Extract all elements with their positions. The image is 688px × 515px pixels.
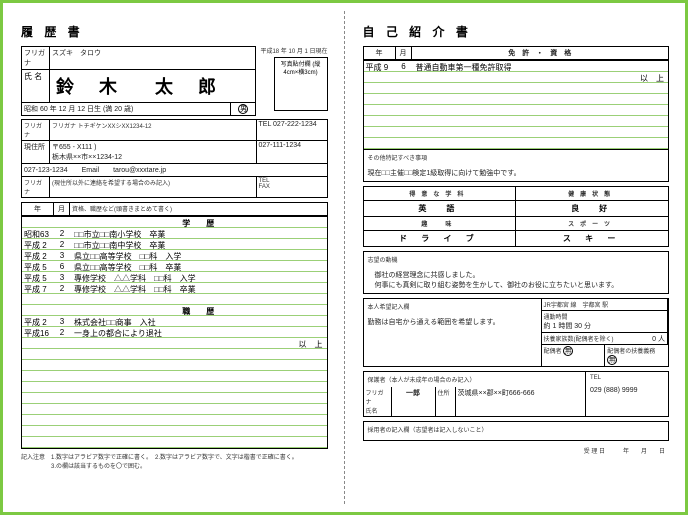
name-label: 氏 名 [22, 70, 50, 102]
guardian-tel: 029 (888) 9999 [586, 384, 668, 397]
jikoshokai-page: 自 己 紹 介 書 年 月 免 許 ・ 資 格 平成 9 6 普通自動車第一種免… [345, 3, 686, 512]
addr-furigana-label: フリガナ [22, 120, 50, 141]
motive-text: 御社の経営理念に共感しました。 何事にも真剣に取り組む姿勢を生かして、御社のお役… [364, 267, 669, 293]
addr-label: 現住所 [22, 141, 50, 164]
guardian-block: 保護者（本人が未成年の場合のみ記入） フリガナ 氏名 一郎 住所 茨城県××郡×… [363, 371, 670, 417]
history-block: 年 月 資格、職歴など(頭書きまとめて書く) 学 歴 昭和632□□市立□□南小… [21, 202, 328, 449]
wish-block: 本人希望記入欄 勤務は自宅から通える範囲を希望します。 JR宇都宮 線 宇都宮 … [363, 298, 670, 367]
commute: 約 1 時間 30 分 [544, 323, 591, 330]
guardian-addr: 茨城県××郡××町666-666 [456, 387, 586, 416]
wish-text: 勤務は自宅から通える範囲を希望します。 [364, 314, 541, 360]
furigana-label: フリガナ [22, 47, 50, 70]
address-block: フリガナ フリガナ トチギケンXXシXX1234-12 TEL 027-222-… [21, 119, 328, 198]
history-row: 平成 23県立□□高等学校 □□科 入学 [22, 250, 327, 261]
rirekisho-page: 履 歴 書 フリガナ スズキ タロウ 氏 名 鈴 木 太 郎 昭和 60 年 1… [3, 3, 344, 512]
history-row: 平成 72專修学校 △△学科 □□科 卒業 [22, 283, 327, 294]
page-title-right: 自 己 紹 介 書 [363, 23, 670, 40]
date-line: 平成18 年 10 月 1 日現在 [260, 46, 327, 55]
support: 無 [607, 355, 617, 365]
applicant-name: 鈴 木 太 郎 [50, 70, 255, 102]
other-label: その他特記すべき事項 [364, 150, 669, 165]
address: 栃木県××市××1234-12 [52, 152, 254, 162]
birthdate: 昭和 60 年 12 月 12 日生 (満 20 歳) [22, 103, 231, 115]
license-block: 年 月 免 許 ・ 資 格 平成 9 6 普通自動車第一種免許取得 以 上 その… [363, 46, 670, 182]
postcode: 〒655 - X111 ) [52, 142, 254, 152]
furigana: スズキ タロウ [50, 47, 255, 70]
photo-area: 写真貼付欄 (縦4cm×横3cm) [274, 57, 328, 111]
history-row: 平成 56県立□□高等学校 □□科 卒業 [22, 261, 327, 272]
guardian-name: 一郎 [392, 387, 436, 416]
addr-furigana: フリガナ トチギケンXXシXX1234-12 [50, 120, 257, 141]
adopter-block: 採用者の記入欄（志望者は記入しないこと） [363, 421, 670, 441]
page-title: 履 歴 書 [21, 23, 328, 40]
mobile: 027-123-1234 [24, 167, 68, 174]
tel2: 027-111-1234 [257, 141, 327, 164]
contact-note: (現住所以外に連絡を希望する場合のみ記入) [50, 177, 257, 197]
email: tarou@xxxtare.jp [113, 167, 166, 174]
footer-1: 記入注意 1.数字はアラビア数字で正確に書く。 2.数字はアラビア数字で、文字は… [21, 452, 328, 461]
hobby: ド ラ イ ブ [364, 231, 517, 246]
motive-block: 志望の動機 御社の経営理念に共感しました。 何事にも真剣に取り組む姿勢を生かして… [363, 251, 670, 294]
spouse: 無 [563, 346, 573, 356]
history-row: 平成 53專修学校 △△学科 □□科 入学 [22, 272, 327, 283]
tel1: TEL 027-222-1234 [257, 120, 327, 141]
subject: 英 語 [364, 201, 517, 216]
traits-block: 得意な学科健康状態 英 語良 好 趣 味スポーツ ド ラ イ ブス キ ー [363, 186, 670, 247]
health: 良 好 [516, 201, 668, 216]
job-header: 職 歴 [70, 305, 327, 315]
gender-male: 男 [238, 104, 248, 114]
ijou-left: 以 上 [70, 338, 327, 348]
history-row: 平成 22□□市立□□南中学校 卒業 [22, 239, 327, 250]
history-row: 昭和632□□市立□□南小学校 卒業 [22, 228, 327, 239]
license-row: 平成 9 6 普通自動車第一種免許取得 [364, 61, 669, 72]
identity-block: フリガナ スズキ タロウ 氏 名 鈴 木 太 郎 昭和 60 年 12 月 12… [21, 46, 256, 116]
edu-header: 学 歴 [70, 217, 327, 227]
receive-date: 受 理 日 年 月 日 [363, 445, 670, 456]
footer-2: 3.の欄は該当するものを〇で囲む。 [21, 461, 328, 470]
other-text: 現在□□主催□□検定1級取得に向けて勉強中です。 [364, 165, 669, 181]
history-row: 平成162一身上の都合により退社 [22, 327, 327, 338]
history-row: 平成 23株式会社□□商事 入社 [22, 316, 327, 327]
family: 0 人 [652, 334, 665, 344]
sport: ス キ ー [516, 231, 668, 246]
